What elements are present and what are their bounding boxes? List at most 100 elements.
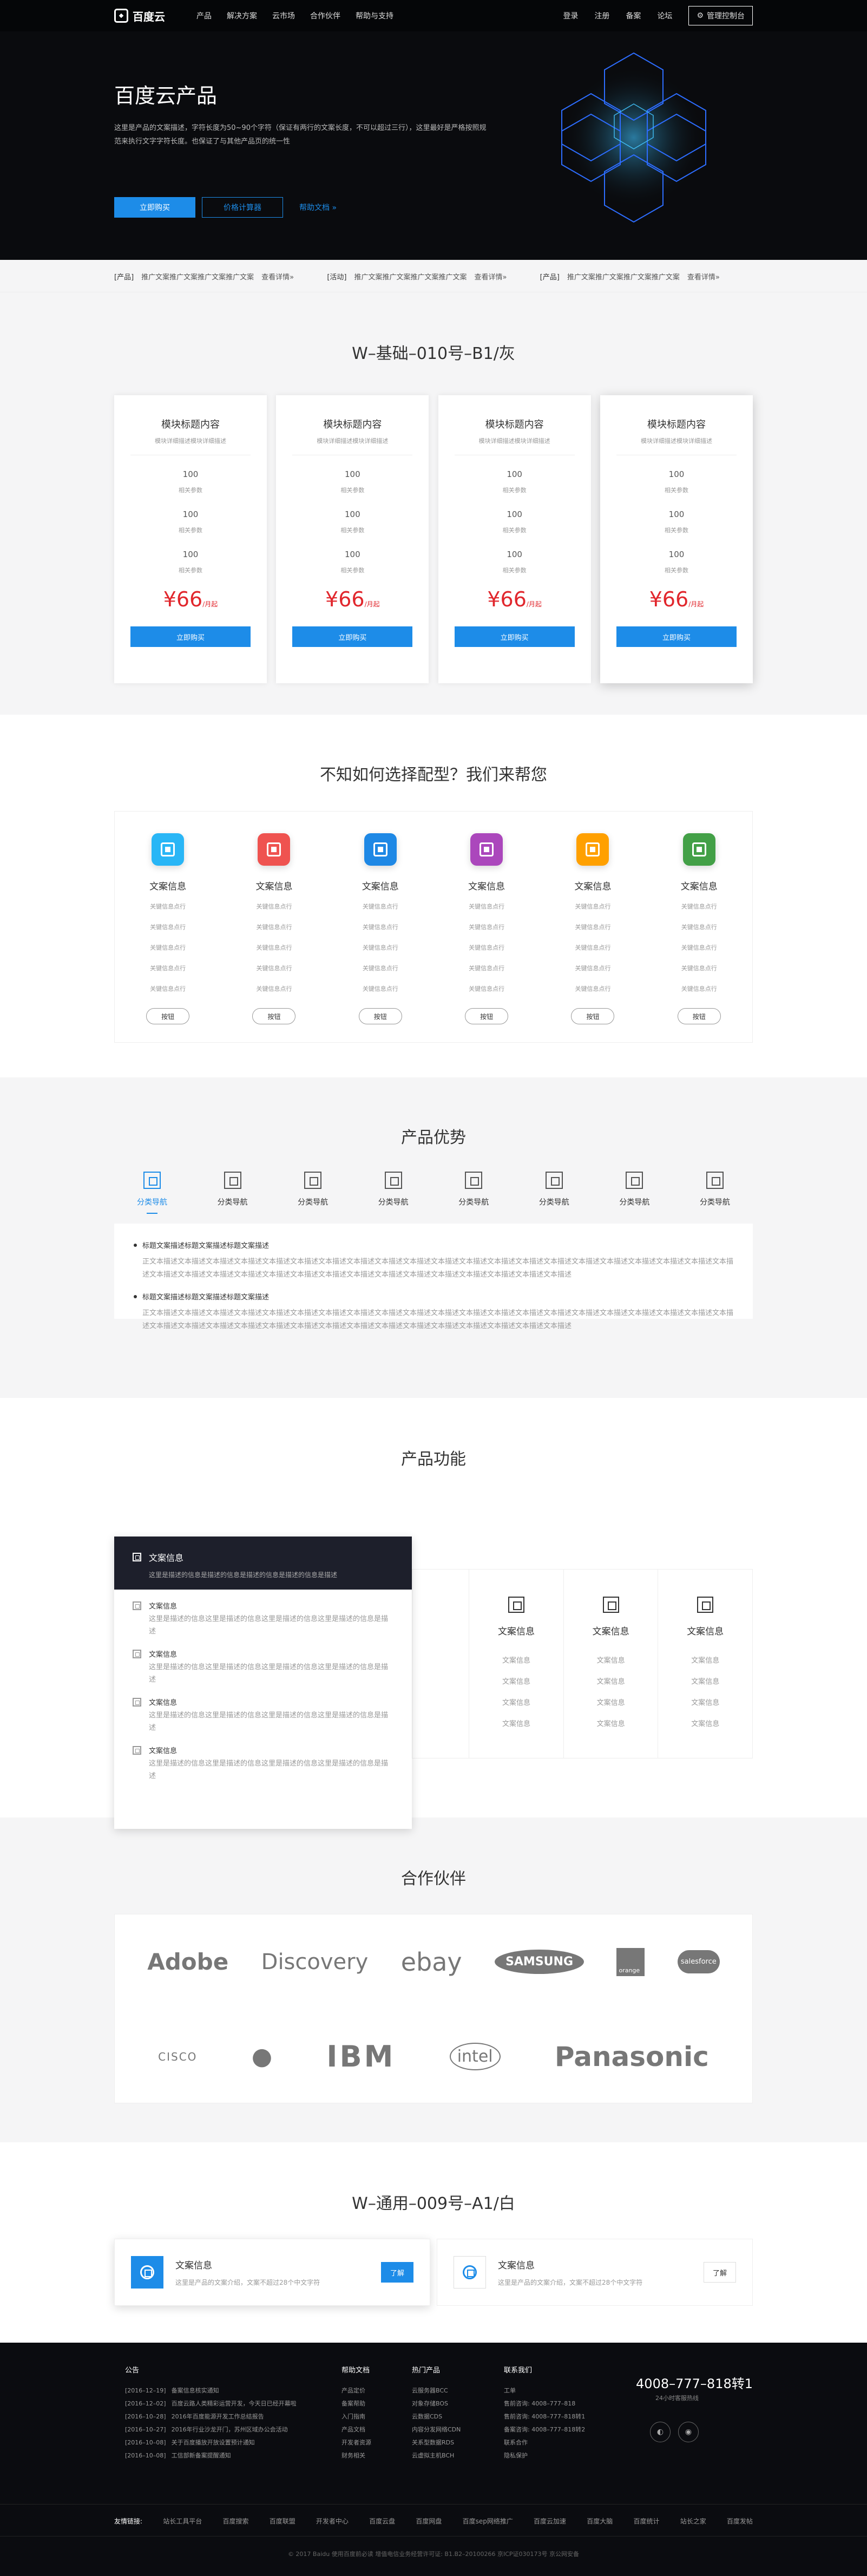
footer-doc-link[interactable]: 备案帮助 [341, 2397, 371, 2410]
tab-category[interactable]: 分类导航 [682, 1172, 747, 1214]
tab-category[interactable]: 分类导航 [522, 1172, 587, 1214]
samsung-logo[interactable]: SAMSUNG [495, 1950, 584, 1974]
help-button[interactable]: 按钮 [677, 1008, 721, 1024]
menu-item[interactable]: 合作伙伴 [310, 10, 340, 21]
friend-link[interactable]: 百度联盟 [270, 2516, 295, 2526]
friend-link[interactable]: 开发者中心 [316, 2516, 349, 2526]
footer-contact-item[interactable]: 隐私保护 [504, 2449, 585, 2462]
notice-row[interactable]: [2016–12–02] 百度云路人类精彩运营开发，今天日已经开幕啦 [125, 2397, 297, 2410]
menu-item[interactable]: 云市场 [272, 10, 295, 21]
wechat-icon[interactable]: ◐ [650, 2422, 671, 2442]
learn-more-button[interactable]: 了解 [704, 2262, 736, 2283]
footer-doc-link[interactable]: 开发者资源 [341, 2436, 371, 2449]
tab-category[interactable]: 分类导航 [280, 1172, 345, 1214]
friend-link[interactable]: 百度统计 [633, 2516, 659, 2526]
footer-product-link[interactable]: 对象存储BOS [412, 2397, 461, 2410]
keyword-line: 关键信息点行 [256, 903, 292, 910]
function-item[interactable]: 文案信息 这里是描述的信息这里是描述的信息这里是描述的信息这里是描述的信息是描述 [114, 1638, 412, 1686]
notice-row[interactable]: [2016–12–19] 备案信息核实通知 [125, 2384, 297, 2397]
footer-contact-item[interactable]: 工单 [504, 2384, 585, 2397]
help-button[interactable]: 按钮 [358, 1008, 402, 1024]
intel-logo[interactable]: intel [449, 2043, 501, 2070]
menu-item[interactable]: 产品 [196, 10, 212, 21]
footer-product-link[interactable]: 内容分发网络CDN [412, 2423, 461, 2436]
footer-doc-link[interactable]: 财务相关 [341, 2449, 371, 2462]
help-button[interactable]: 按钮 [146, 1008, 190, 1024]
advantage-text: 正文本描述文本描述文本描述文本描述文本描述文本描述文本描述文本描述文本描述文本描… [142, 1258, 734, 1279]
friend-link[interactable]: 百度sep网络推广 [463, 2516, 513, 2526]
column-title: 文案信息 [497, 1626, 535, 1637]
tab-category[interactable]: 分类导航 [602, 1172, 667, 1214]
tab-category[interactable]: 分类导航 [120, 1172, 185, 1214]
friend-link[interactable]: 百度发帖 [727, 2516, 753, 2526]
learn-more-button[interactable]: 了解 [381, 2262, 413, 2283]
function-section: 产品功能 文案信息 这里是描述的信息是描述的信息是描述的信息是描述的信息是描述 … [0, 1398, 867, 1829]
product-icon [152, 833, 185, 866]
footer-doc-link[interactable]: 产品文档 [341, 2423, 371, 2436]
footer-contact-item[interactable]: 备案咨询: 4008–777–818转2 [504, 2423, 585, 2436]
friend-link[interactable]: 百度大脑 [587, 2516, 613, 2526]
function-item[interactable]: 文案信息 这里是描述的信息这里是描述的信息这里是描述的信息这里是描述的信息是描述 [114, 1734, 412, 1782]
card-title: 模块标题内容 [323, 419, 382, 430]
advantage-text: 正文本描述文本描述文本描述文本描述文本描述文本描述文本描述文本描述文本描述文本描… [142, 1309, 734, 1330]
tab-category[interactable]: 分类导航 [200, 1172, 265, 1214]
tab-category[interactable]: 分类导航 [361, 1172, 426, 1214]
function-item[interactable]: 文案信息 这里是描述的信息这里是描述的信息这里是描述的信息这里是描述的信息是描述 [114, 1686, 412, 1734]
help-button[interactable]: 按钮 [465, 1008, 509, 1024]
footer-contact-item[interactable]: 售前咨询: 4008–777–818 [504, 2397, 585, 2410]
apple-icon[interactable]: ● [252, 2043, 272, 2070]
forum-link[interactable]: 论坛 [657, 10, 672, 21]
footer-doc-link[interactable]: 入门指南 [341, 2410, 371, 2423]
tab-category[interactable]: 分类导航 [441, 1172, 506, 1214]
record-link[interactable]: 备案 [626, 10, 641, 21]
buy-button[interactable]: 立即购买 [130, 626, 251, 647]
login-link[interactable]: 登录 [563, 10, 578, 21]
discovery-logo[interactable]: Discovery [261, 1950, 369, 1975]
friend-link[interactable]: 百度云盘 [369, 2516, 395, 2526]
function-item-active[interactable]: 文案信息 这里是描述的信息是描述的信息是描述的信息是描述的信息是描述 [114, 1537, 412, 1590]
weibo-icon[interactable]: ◉ [678, 2422, 699, 2442]
cisco-logo[interactable]: CISCO [158, 2050, 197, 2063]
footer-product-link[interactable]: 云数据CDS [412, 2410, 461, 2423]
adobe-logo[interactable]: Adobe [147, 1949, 228, 1975]
buy-button[interactable]: 立即购买 [292, 626, 413, 647]
friend-link[interactable]: 站长工具平台 [163, 2516, 202, 2526]
copyright: © 2017 Baidu 使用百度前必读 增值电信业务经营许可证: B1.B2–… [287, 2551, 580, 2558]
ebay-logo[interactable]: ebay [401, 1947, 462, 1977]
menu-item[interactable]: 帮助与支持 [356, 10, 393, 21]
help-doc-link[interactable]: 帮助文档 » [299, 202, 337, 213]
console-button[interactable]: ⚙ 管理控制台 [688, 6, 753, 25]
friend-link[interactable]: 百度网盘 [416, 2516, 442, 2526]
footer-contact-item[interactable]: 联系合作 [504, 2436, 585, 2449]
buy-button[interactable]: 立即购买 [454, 626, 575, 647]
price-calculator-button[interactable]: 价格计算器 [202, 197, 283, 218]
footer-doc-link[interactable]: 产品定价 [341, 2384, 371, 2397]
ibm-logo[interactable]: IBM [326, 2039, 395, 2074]
notice-item[interactable]: [产品] 推广文案推广文案推广文案推广文案 查看详情» [114, 271, 327, 282]
notice-row[interactable]: [2016–10–08] 关于百度播放开放设置预计通知 [125, 2436, 297, 2449]
notice-row[interactable]: [2016–10–08] 工信部新备案提醒通知 [125, 2449, 297, 2462]
menu-item[interactable]: 解决方案 [227, 10, 257, 21]
friend-link[interactable]: 百度云加速 [534, 2516, 566, 2526]
notice-item[interactable]: [产品] 推广文案推广文案推广文案推广文案 查看详情» [540, 271, 753, 282]
orange-logo[interactable]: orange [616, 1947, 645, 1976]
notice-row[interactable]: [2016–10–28] 2016年百度能源开发工作总结报告 [125, 2410, 297, 2423]
salesforce-logo[interactable]: salesforce [677, 1950, 720, 1973]
function-item-label: 文案信息 [149, 1603, 178, 1611]
footer-product-link[interactable]: 云虚拟主机BCH [412, 2449, 461, 2462]
register-link[interactable]: 注册 [594, 10, 609, 21]
footer-product-link[interactable]: 云服务器BCC [412, 2384, 461, 2397]
footer-product-link[interactable]: 关系型数据RDS [412, 2436, 461, 2449]
brand-logo[interactable]: 百度云 [114, 8, 165, 24]
footer-contact-item[interactable]: 售前咨询: 4008–777–818转1 [504, 2410, 585, 2423]
help-button[interactable]: 按钮 [571, 1008, 615, 1024]
buy-now-button[interactable]: 立即购买 [114, 197, 195, 218]
buy-button[interactable]: 立即购买 [616, 626, 737, 647]
notice-item[interactable]: [活动] 推广文案推广文案推广文案推广文案 查看详情» [327, 271, 540, 282]
friend-link[interactable]: 百度搜索 [222, 2516, 248, 2526]
panasonic-logo[interactable]: Panasonic [555, 2041, 709, 2072]
notice-row[interactable]: [2016–10–27] 2016年行业沙龙开门，苏州区域办公会活动 [125, 2423, 297, 2436]
function-item[interactable]: 文案信息 这里是描述的信息这里是描述的信息这里是描述的信息这里是描述的信息是描述 [114, 1590, 412, 1638]
friend-link[interactable]: 站长之家 [680, 2516, 706, 2526]
help-button[interactable]: 按钮 [252, 1008, 296, 1024]
